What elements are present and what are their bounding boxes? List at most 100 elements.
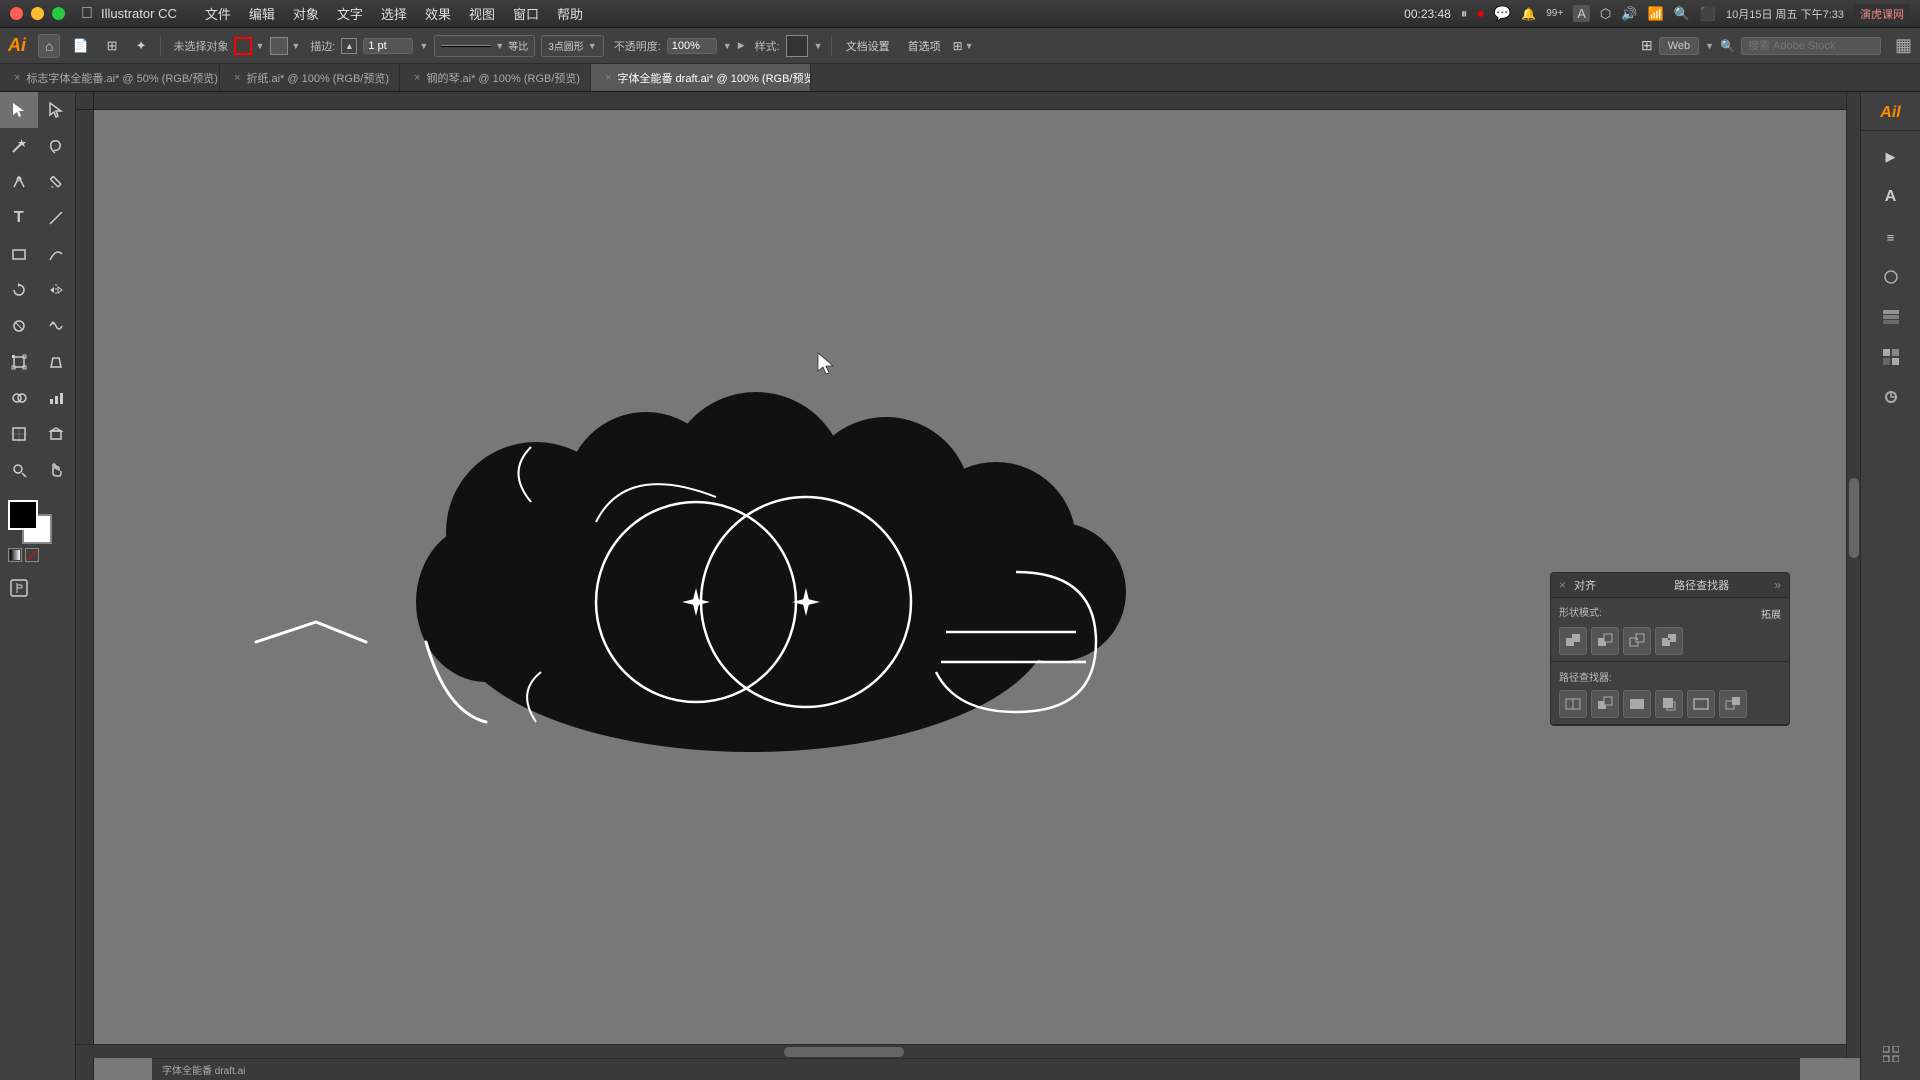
- scroll-thumb-horizontal[interactable]: [784, 1047, 904, 1057]
- tab-2-close[interactable]: ×: [414, 72, 420, 84]
- style-arrow[interactable]: ▼: [814, 41, 823, 51]
- minimize-button[interactable]: [31, 7, 44, 20]
- tool-hand[interactable]: [38, 452, 76, 488]
- tool-artboard[interactable]: [0, 416, 38, 452]
- tool-shape-builder[interactable]: [0, 380, 38, 416]
- rp-appearance-icon[interactable]: [1873, 379, 1909, 415]
- menu-effects[interactable]: 效果: [417, 2, 459, 25]
- tool-pencil2[interactable]: [38, 236, 76, 272]
- stroke-value[interactable]: 1 pt: [363, 38, 413, 54]
- star-btn[interactable]: ✦: [130, 34, 153, 58]
- merge-btn[interactable]: [1623, 690, 1651, 718]
- stroke-value-arrow[interactable]: ▼: [419, 41, 428, 51]
- tool-pencil[interactable]: [38, 164, 76, 200]
- tab-1-close[interactable]: ×: [234, 72, 240, 84]
- tool-direct-select[interactable]: [38, 92, 76, 128]
- stroke-line-select[interactable]: ▼ 等比: [434, 35, 535, 57]
- grid-view-btn[interactable]: ⊞: [101, 34, 124, 58]
- canvas-area[interactable]: /* ruler ticks */: [76, 92, 1860, 1080]
- tool-select[interactable]: [0, 92, 38, 128]
- search-input[interactable]: [1741, 37, 1881, 55]
- tool-free-transform[interactable]: [0, 344, 38, 380]
- rp-circle-icon[interactable]: [1873, 259, 1909, 295]
- tool-pen[interactable]: [0, 164, 38, 200]
- scrollbar-horizontal[interactable]: [76, 1044, 1846, 1058]
- minus-front-btn[interactable]: [1591, 627, 1619, 655]
- tool-rotate[interactable]: [0, 272, 38, 308]
- stroke-color-arrow[interactable]: ▼: [255, 41, 264, 51]
- tab-2[interactable]: × 钢的琴.ai* @ 100% (RGB/预览): [400, 64, 591, 91]
- fill-color-box[interactable]: [270, 37, 288, 55]
- tab-0-close[interactable]: ×: [14, 72, 20, 84]
- color-stack[interactable]: [8, 500, 52, 544]
- new-document-btn[interactable]: 📄: [66, 34, 94, 58]
- tool-3d[interactable]: [38, 416, 76, 452]
- menu-select[interactable]: 选择: [373, 2, 415, 25]
- fill-color[interactable]: ▼: [270, 37, 300, 55]
- tool-lasso[interactable]: [38, 128, 76, 164]
- close-button[interactable]: [10, 7, 23, 20]
- gradient-icon[interactable]: [8, 548, 22, 562]
- trim-btn[interactable]: [1591, 690, 1619, 718]
- traffic-lights[interactable]: [10, 7, 65, 20]
- rp-grid-icon[interactable]: [1873, 1036, 1909, 1080]
- tab-3-close[interactable]: ×: [605, 72, 611, 84]
- stroke-color-box[interactable]: [234, 37, 252, 55]
- home-btn[interactable]: ⌂: [38, 34, 60, 58]
- align-toggle[interactable]: ⊞ ▼: [953, 39, 974, 53]
- fill-foreground[interactable]: [8, 500, 38, 530]
- panel-close-btn[interactable]: ×: [1559, 578, 1566, 592]
- tool-rectangle[interactable]: [0, 236, 38, 272]
- opacity-more[interactable]: ▶: [738, 40, 745, 51]
- preferences-btn[interactable]: 首选项: [902, 34, 947, 58]
- align-arrow[interactable]: ▼: [965, 41, 974, 51]
- unite-btn[interactable]: [1559, 627, 1587, 655]
- scroll-thumb-vertical[interactable]: [1849, 478, 1859, 558]
- tab-0[interactable]: × 标志字体全能番.ai* @ 50% (RGB/预览): [0, 64, 220, 91]
- rp-type-icon[interactable]: A: [1873, 179, 1909, 215]
- tool-reflect[interactable]: [38, 272, 76, 308]
- tool-magic-wand[interactable]: [0, 128, 38, 164]
- panel-double-arrow[interactable]: »: [1774, 578, 1781, 592]
- exclude-btn[interactable]: [1655, 627, 1683, 655]
- tool-line[interactable]: [38, 200, 76, 236]
- crop-btn[interactable]: [1655, 690, 1683, 718]
- stroke-color[interactable]: ▼: [234, 37, 264, 55]
- style-box[interactable]: [786, 35, 808, 57]
- tab-1[interactable]: × 折纸.ai* @ 100% (RGB/预览): [220, 64, 400, 91]
- outline-btn[interactable]: [1687, 690, 1715, 718]
- control-center-icon[interactable]: ⬛: [1700, 6, 1716, 22]
- menu-file[interactable]: 文件: [197, 2, 239, 25]
- doc-settings-btn[interactable]: 文档设置: [840, 34, 896, 58]
- stroke-icon[interactable]: ▲: [341, 38, 357, 54]
- rp-swatches-icon[interactable]: [1873, 339, 1909, 375]
- menu-edit[interactable]: 编辑: [241, 2, 283, 25]
- symbol-tool[interactable]: [0, 570, 75, 614]
- web-arrow[interactable]: ▼: [1705, 41, 1714, 51]
- tool-type[interactable]: T: [0, 200, 38, 236]
- menu-text[interactable]: 文字: [329, 2, 371, 25]
- web-button[interactable]: Web: [1659, 37, 1699, 55]
- opacity-value[interactable]: 100%: [667, 38, 717, 54]
- divide-btn[interactable]: [1559, 690, 1587, 718]
- fill-color-arrow[interactable]: ▼: [291, 41, 300, 51]
- minus-back-btn[interactable]: [1719, 690, 1747, 718]
- menu-help[interactable]: 帮助: [549, 2, 591, 25]
- menu-view[interactable]: 视图: [461, 2, 503, 25]
- tool-chart[interactable]: [38, 380, 76, 416]
- scrollbar-vertical[interactable]: [1846, 92, 1860, 1058]
- stroke-shape-arrow[interactable]: ▼: [588, 41, 597, 51]
- align-tab[interactable]: 对齐: [1574, 577, 1674, 593]
- search-icon[interactable]: 🔍: [1674, 6, 1690, 22]
- menu-object[interactable]: 对象: [285, 2, 327, 25]
- rp-play-icon[interactable]: ▶: [1873, 139, 1909, 175]
- intersect-btn[interactable]: [1623, 627, 1651, 655]
- rp-layers-icon[interactable]: [1873, 299, 1909, 335]
- tool-perspective[interactable]: [38, 344, 76, 380]
- none-icon[interactable]: [25, 548, 39, 562]
- expand-btn[interactable]: 拓展: [1761, 606, 1781, 621]
- stroke-line-arrow[interactable]: ▼: [495, 41, 504, 51]
- menu-window[interactable]: 窗口: [505, 2, 547, 25]
- rp-align-icon[interactable]: ≡: [1873, 219, 1909, 255]
- tool-symbol[interactable]: [0, 570, 38, 606]
